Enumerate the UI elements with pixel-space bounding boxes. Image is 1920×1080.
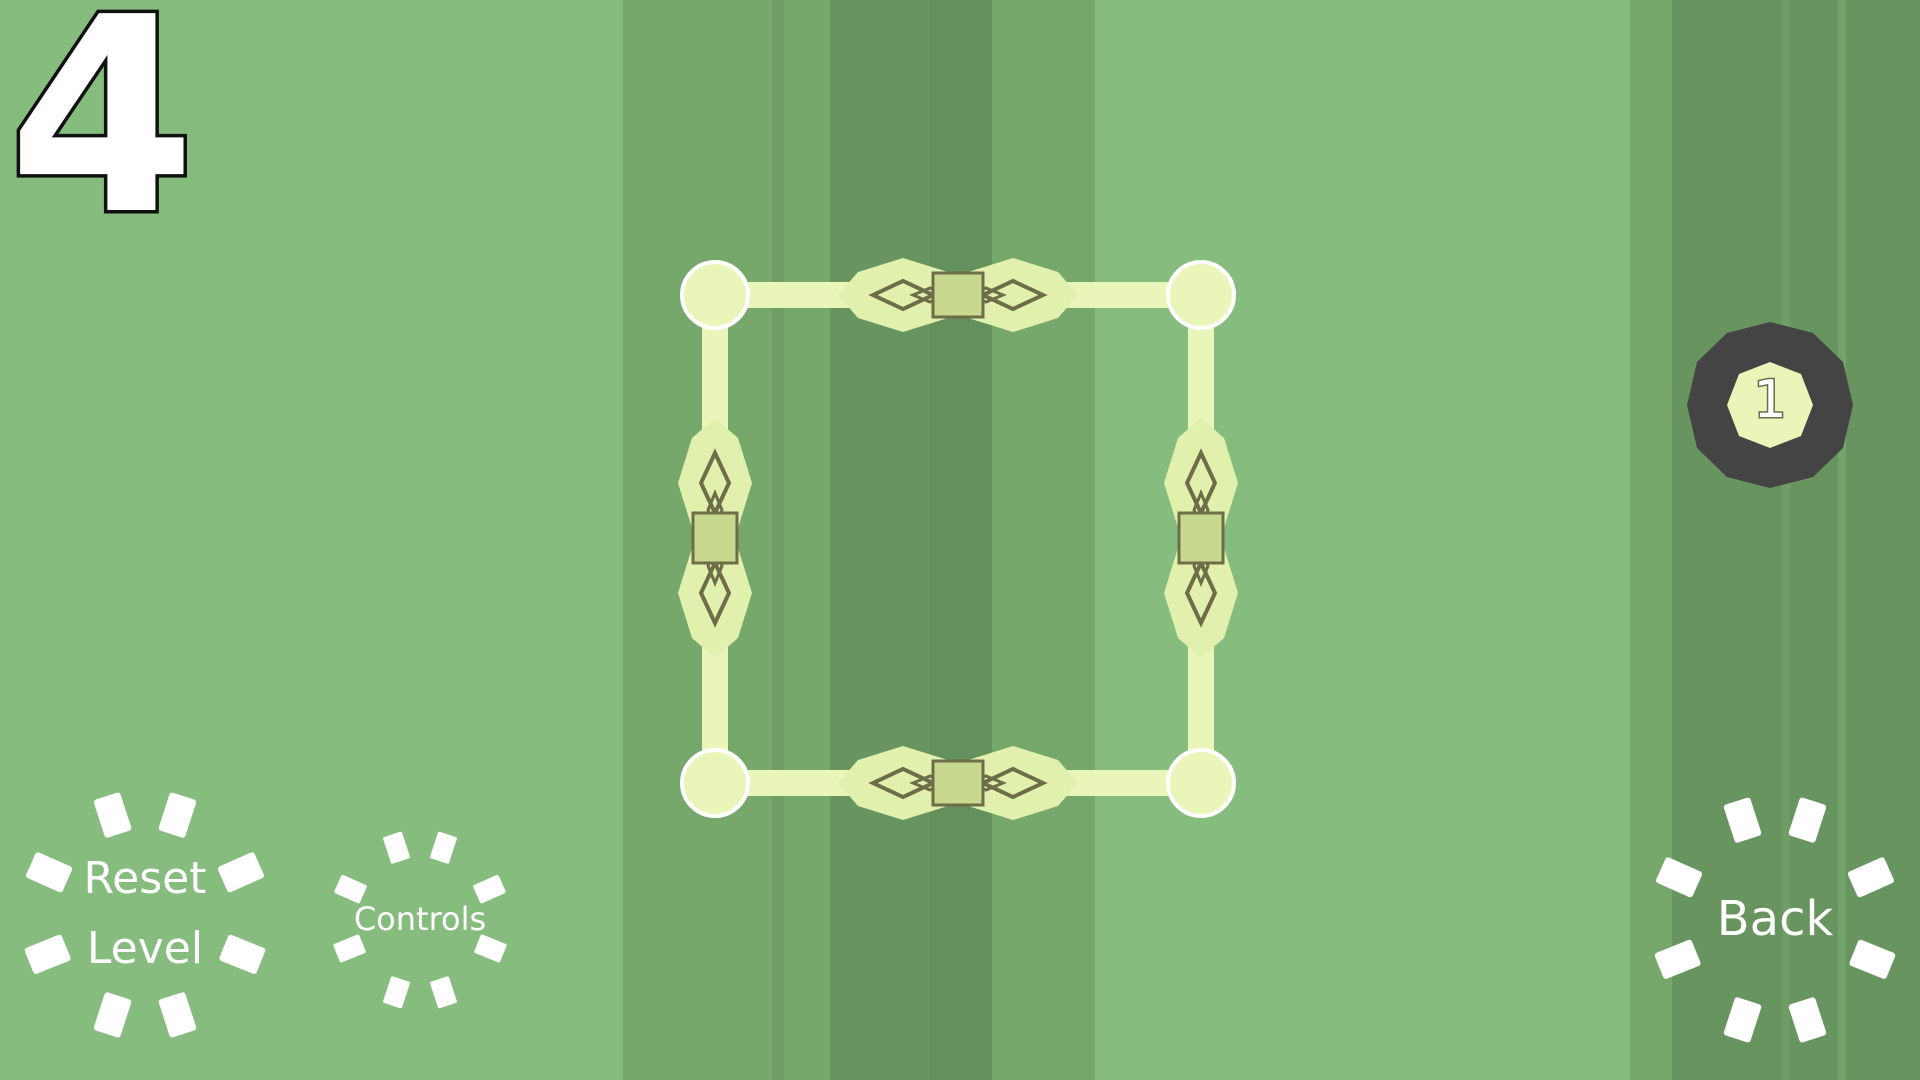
connector-left[interactable] — [678, 418, 752, 658]
game-stage: 4 1 Reset Level Controls Back — [0, 0, 1920, 1080]
level-label: Level — [86, 923, 204, 974]
back-button[interactable]: Back — [1650, 795, 1900, 1045]
connector-core — [931, 271, 985, 319]
puzzle-board — [678, 258, 1238, 820]
connector-core — [691, 511, 739, 565]
reset-level-button[interactable]: Reset Level — [20, 790, 270, 1040]
back-label: Back — [1716, 891, 1834, 947]
connector-bottom[interactable] — [838, 746, 1078, 820]
node-top-left[interactable] — [680, 260, 750, 330]
connector-core — [931, 759, 985, 807]
node-bottom-left[interactable] — [680, 748, 750, 818]
connector-core — [1177, 511, 1225, 565]
controls-label: Controls — [353, 900, 487, 938]
puzzle-edges — [702, 282, 1214, 796]
node-bottom-right[interactable] — [1166, 748, 1236, 818]
burst-ring-icon — [24, 792, 266, 1038]
connector-right[interactable] — [1164, 418, 1238, 658]
reset-label: Reset — [83, 853, 207, 904]
connector-top[interactable] — [838, 258, 1078, 332]
controls-button[interactable]: Controls — [330, 830, 510, 1010]
move-count: 1 — [1752, 370, 1788, 430]
move-counter: 1 — [1685, 320, 1855, 490]
node-top-right[interactable] — [1166, 260, 1236, 330]
